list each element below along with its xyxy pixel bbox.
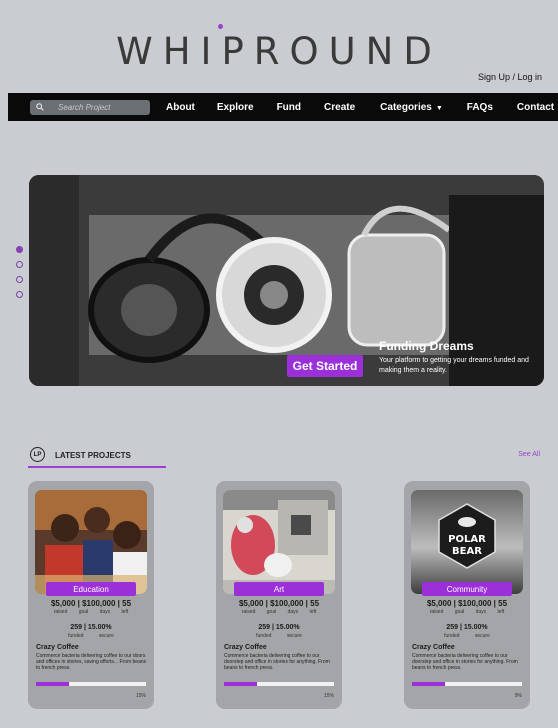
backer-labels: funded secure	[256, 633, 302, 639]
hero-title: Funding Dreams	[379, 339, 474, 353]
funding-stats: $5,000 | $100,000 | 55	[426, 599, 508, 608]
nav-contact[interactable]: Contact	[517, 102, 554, 113]
nav-explore[interactable]: Explore	[217, 102, 254, 113]
hero-subtitle: Your platform to getting your dreams fun…	[379, 357, 529, 374]
progress-percent: 15%	[135, 693, 146, 699]
svg-text:POLAR: POLAR	[448, 534, 486, 545]
project-title[interactable]: Crazy Coffee	[36, 644, 79, 651]
progress-bar	[36, 682, 146, 686]
chevron-down-icon: ▼	[435, 104, 443, 112]
slider-dots	[16, 246, 23, 306]
progress-percent: 9%	[514, 693, 522, 699]
backer-labels: funded secure	[68, 633, 114, 639]
project-card[interactable]: Art $5,000 | $100,000 | 55 raised goal d…	[216, 481, 342, 709]
latest-projects-icon: LP	[30, 447, 45, 462]
category-badge[interactable]: Art	[234, 582, 324, 596]
progress-bar	[224, 682, 334, 686]
signup-login-link[interactable]: Sign Up / Log in	[478, 72, 542, 82]
hero-banner: Get Started Funding Dreams Your platform…	[29, 175, 544, 386]
search-icon	[36, 103, 44, 111]
project-image	[35, 490, 147, 594]
progress-percent: 15%	[323, 693, 334, 699]
funding-labels: raised goal days left	[429, 609, 505, 615]
funding-stats: $5,000 | $100,000 | 55	[238, 599, 320, 608]
see-all-link[interactable]: See All	[518, 451, 540, 458]
main-nav: About Explore Fund Create Categories▼ FA…	[8, 93, 558, 121]
funding-labels: raised goal days left	[241, 609, 317, 615]
nav-create[interactable]: Create	[324, 102, 355, 113]
project-card[interactable]: POLAR BEAR Community $5,000 | $100,000 |…	[404, 481, 530, 709]
nav-about[interactable]: About	[166, 102, 195, 113]
search-box[interactable]	[30, 99, 150, 115]
category-badge[interactable]: Community	[422, 582, 512, 596]
slide-dot-1[interactable]	[16, 246, 23, 253]
backer-labels: funded secure	[444, 633, 490, 639]
funding-labels: raised goal days left	[53, 609, 129, 615]
project-description: Commerce bacteria delivering coffee to o…	[412, 653, 518, 671]
project-image	[223, 490, 335, 594]
project-description: Commerce bacteria delivering coffee to o…	[36, 653, 147, 671]
project-description: Commerce bacteria delivering coffee to o…	[224, 653, 330, 671]
progress-fill	[224, 682, 257, 686]
nav-categories[interactable]: Categories ▼	[380, 102, 443, 113]
project-title[interactable]: Crazy Coffee	[224, 644, 267, 651]
latest-projects-title: LATEST PROJECTS	[55, 451, 131, 460]
backer-stats: 259 | 15.00%	[70, 624, 112, 631]
progress-fill	[412, 682, 445, 686]
backer-stats: 259 | 15.00%	[446, 624, 488, 631]
search-input[interactable]	[58, 102, 148, 112]
project-title[interactable]: Crazy Coffee	[412, 644, 455, 651]
svg-text:BEAR: BEAR	[452, 546, 482, 557]
progress-bar	[412, 682, 522, 686]
brand-logo[interactable]: WHIPROUND	[0, 30, 558, 73]
funding-stats: $5,000 | $100,000 | 55	[50, 599, 132, 608]
headphones-image	[29, 175, 544, 386]
get-started-button[interactable]: Get Started	[287, 355, 363, 377]
nav-fund[interactable]: Fund	[277, 102, 301, 113]
slide-dot-2[interactable]	[16, 261, 23, 268]
project-image: POLAR BEAR	[411, 490, 523, 594]
slide-dot-4[interactable]	[16, 291, 23, 298]
section-underline	[28, 466, 166, 468]
backer-stats: 259 | 15.00%	[258, 624, 300, 631]
slide-dot-3[interactable]	[16, 276, 23, 283]
nav-categories-label: Categories	[380, 101, 432, 113]
project-card[interactable]: Education $5,000 | $100,000 | 55 raised …	[28, 481, 154, 709]
nav-faqs[interactable]: FAQs	[467, 102, 493, 113]
category-badge[interactable]: Education	[46, 582, 136, 596]
progress-fill	[36, 682, 69, 686]
logo-dot	[218, 24, 223, 29]
